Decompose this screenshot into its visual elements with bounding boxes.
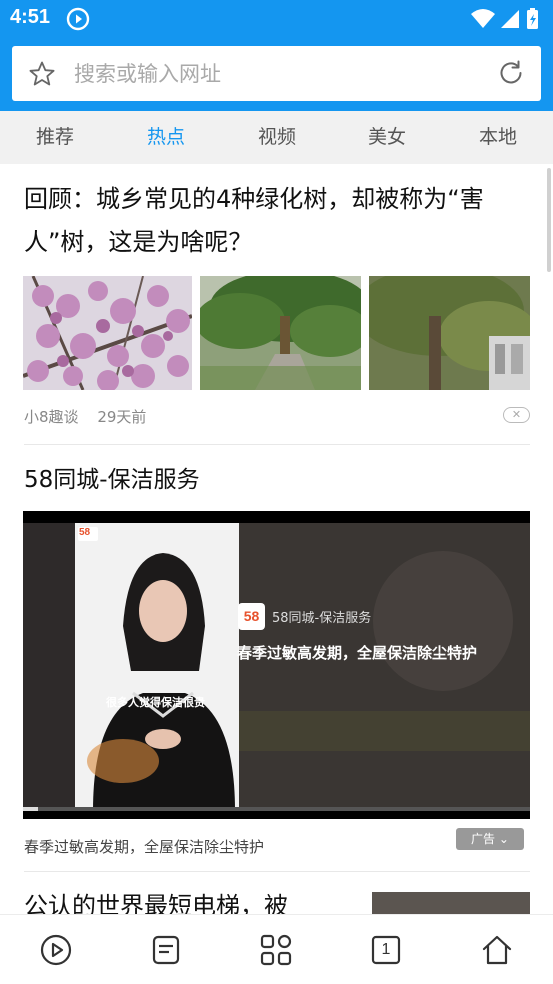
category-tabs: 推荐 热点 视频 美女 本地 <box>0 111 553 164</box>
brand-logo: 58 <box>238 603 265 630</box>
brand-name: 58同城-保洁服务 <box>272 611 372 626</box>
refresh-icon[interactable] <box>497 59 525 87</box>
status-bar: 4:51 <box>0 0 553 38</box>
media-play-icon <box>66 7 90 31</box>
article-thumbnail[interactable] <box>369 276 530 390</box>
tab-beauty[interactable]: 美女 <box>347 111 427 164</box>
apps-grid-button[interactable] <box>259 933 293 967</box>
home-button[interactable] <box>480 933 514 967</box>
divider <box>24 871 530 872</box>
ad-subtitle: 很多人觉得保洁很贵 <box>106 696 205 709</box>
tab-count: 1 <box>381 941 391 958</box>
tab-hot[interactable]: 热点 <box>126 111 206 164</box>
ad-overlay-text: 春季过敏高发期，全屋保洁除尘特护 <box>237 644 478 662</box>
status-indicators <box>469 7 541 31</box>
dismiss-icon[interactable]: ✕ <box>503 407 530 423</box>
article-source: 小8趣谈 <box>24 408 79 426</box>
address-bar[interactable] <box>12 46 541 101</box>
tab-local[interactable]: 本地 <box>458 111 538 164</box>
chevron-down-icon: ⌄ <box>498 832 509 846</box>
tab-recommend[interactable]: 推荐 <box>15 111 95 164</box>
tabs-switcher-button[interactable]: 1 <box>369 933 403 967</box>
tab-video[interactable]: 视频 <box>237 111 317 164</box>
article-time: 29天前 <box>97 408 147 426</box>
article-title[interactable]: 回顾：城乡常见的4种绿化树，却被称为“害人”树，这是为啥呢？ <box>24 178 530 264</box>
video-progress-fill <box>23 807 38 811</box>
ad-caption: 春季过敏高发期，全屋保洁除尘特护 <box>24 838 265 856</box>
article-thumbnail[interactable] <box>23 276 192 390</box>
article-meta: 小8趣谈 29天前 <box>24 406 160 427</box>
search-input[interactable] <box>74 46 474 101</box>
video-progress-bar <box>23 807 530 811</box>
status-time: 4:51 <box>10 6 51 28</box>
scrollbar[interactable] <box>547 168 551 272</box>
bottom-toolbar: 1 <box>0 914 553 984</box>
ad-badge[interactable]: 广告 ⌄ <box>456 828 524 850</box>
wifi-icon <box>471 9 495 28</box>
search-bar-container <box>0 38 553 111</box>
ad-title[interactable]: 58同城-保洁服务 <box>24 460 200 494</box>
news-reader-button[interactable] <box>149 933 183 967</box>
signal-icon <box>501 10 519 28</box>
ad-video[interactable]: 58 58 58同城-保洁服务 春季过敏高发期，全屋保洁除尘特护 很多人觉得保洁… <box>23 511 530 819</box>
article-thumbnail[interactable] <box>372 892 530 914</box>
article-thumbnail[interactable] <box>200 276 361 390</box>
battery-icon <box>527 8 538 29</box>
bookmark-star-icon[interactable] <box>28 60 56 88</box>
ad-badge-label: 广告 <box>471 832 496 846</box>
news-feed[interactable]: 回顾：城乡常见的4种绿化树，却被称为“害人”树，这是为啥呢？ 小8趣谈 29天前… <box>0 164 553 914</box>
divider <box>24 444 530 445</box>
article-title[interactable]: 公认的世界最短电梯，被 <box>24 886 288 914</box>
brand-logo-small: 58 <box>79 527 91 538</box>
video-play-button[interactable] <box>39 933 73 967</box>
